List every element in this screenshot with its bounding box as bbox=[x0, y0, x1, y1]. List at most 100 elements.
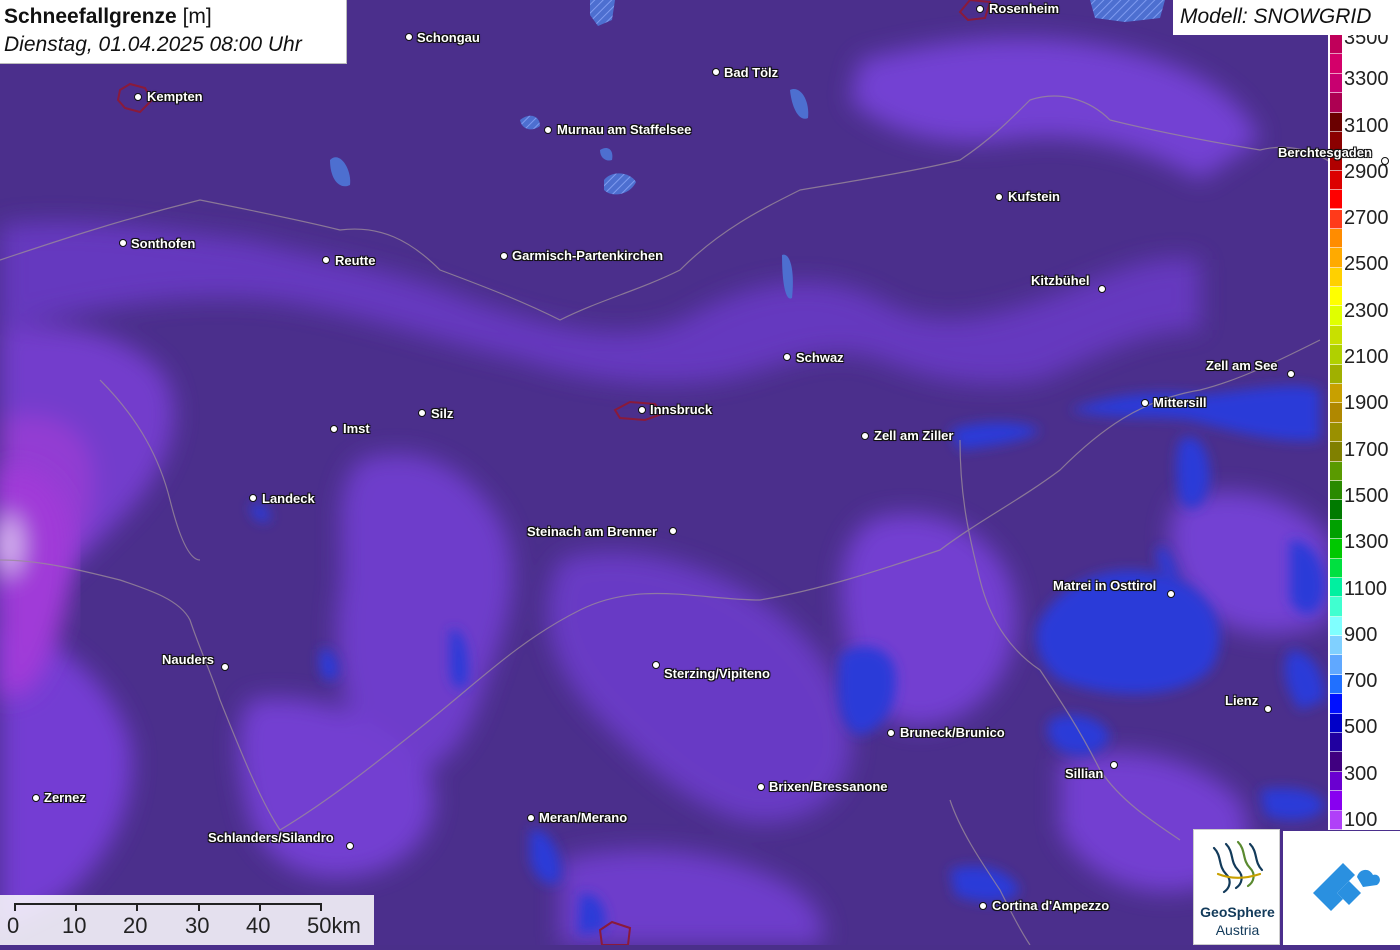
legend-swatch bbox=[1330, 306, 1342, 326]
city-label: Cortina d'Ampezzo bbox=[992, 898, 1110, 913]
legend-swatch bbox=[1330, 403, 1342, 423]
scale-tick bbox=[136, 903, 138, 911]
legend-swatch bbox=[1330, 713, 1342, 734]
city-label: Meran/Merano bbox=[539, 810, 628, 825]
legend-swatch bbox=[1330, 35, 1342, 55]
city-label: Reutte bbox=[335, 253, 376, 268]
scale-line bbox=[14, 903, 320, 905]
logo-name-line1: GeoSphere bbox=[1200, 904, 1275, 920]
logo-name-line2: Austria bbox=[1215, 922, 1260, 938]
city-label: Bruneck/Brunico bbox=[900, 725, 1005, 740]
legend-label: 3500 bbox=[1344, 35, 1389, 49]
legend-swatch bbox=[1330, 345, 1342, 365]
legend-label: 2300 bbox=[1344, 300, 1389, 322]
city-label: Sillian bbox=[1065, 766, 1104, 781]
city-label: Lienz bbox=[1225, 693, 1259, 708]
legend-swatch bbox=[1330, 54, 1342, 74]
city-label: Sterzing/Vipiteno bbox=[664, 666, 770, 681]
city-dot-icon bbox=[652, 661, 660, 669]
city-dot-icon bbox=[712, 68, 720, 76]
legend-swatch bbox=[1330, 674, 1342, 695]
model-box: Modell: SNOWGRID bbox=[1173, 0, 1400, 35]
city-dot-icon bbox=[1141, 399, 1149, 407]
city-label: Mittersill bbox=[1153, 395, 1207, 410]
city-label: Brixen/Bressanone bbox=[769, 779, 888, 794]
city-dot-icon bbox=[330, 425, 338, 433]
city-label: Kitzbühel bbox=[1031, 273, 1090, 288]
app-logo bbox=[1283, 831, 1400, 945]
legend-swatch bbox=[1330, 93, 1342, 113]
legend-label: 2900 bbox=[1344, 161, 1389, 183]
legend-swatch bbox=[1330, 810, 1342, 830]
app-logo-icon bbox=[1313, 863, 1380, 911]
legend-label: 1500 bbox=[1344, 485, 1389, 507]
legend-swatch bbox=[1330, 597, 1342, 617]
legend-swatch bbox=[1330, 461, 1342, 481]
legend-label: 900 bbox=[1344, 624, 1378, 646]
city-dot-icon bbox=[249, 494, 257, 502]
scale-tick bbox=[14, 903, 16, 911]
city-dot-icon bbox=[1287, 370, 1295, 378]
scale-tick bbox=[75, 903, 77, 911]
geosphere-logo: GeoSphere Austria bbox=[1193, 829, 1280, 945]
legend-swatch bbox=[1330, 519, 1342, 540]
legend-swatch bbox=[1330, 733, 1342, 753]
city-dot-icon bbox=[119, 239, 127, 247]
city-label: Innsbruck bbox=[650, 402, 713, 417]
city-label: Schongau bbox=[417, 30, 480, 45]
city-dot-icon bbox=[346, 842, 354, 850]
legend-swatch bbox=[1330, 442, 1342, 462]
city-dot-icon bbox=[861, 432, 869, 440]
map-datetime: Dienstag, 01.04.2025 08:00 Uhr bbox=[4, 33, 302, 56]
legend-swatch bbox=[1330, 752, 1342, 772]
scale-label: 0 bbox=[7, 913, 20, 938]
legend-label: 1100 bbox=[1344, 578, 1388, 600]
legend-label: 2500 bbox=[1344, 253, 1389, 275]
city-dot-icon bbox=[322, 256, 330, 264]
legend-swatch bbox=[1330, 209, 1342, 229]
city-dot-icon bbox=[500, 252, 508, 260]
legend-label: 2700 bbox=[1344, 207, 1389, 229]
scale-label: 10 bbox=[62, 913, 87, 938]
legend-swatch bbox=[1330, 616, 1342, 637]
scale-tick bbox=[259, 903, 261, 911]
city-dot-icon bbox=[979, 902, 987, 910]
legend-swatch bbox=[1330, 228, 1342, 249]
legend-label: 3100 bbox=[1344, 115, 1389, 137]
city-dot-icon bbox=[995, 193, 1003, 201]
legend-swatch bbox=[1330, 364, 1342, 384]
city-label: Zell am See bbox=[1206, 358, 1278, 373]
legend-swatch bbox=[1330, 73, 1342, 94]
legend-swatch bbox=[1330, 170, 1342, 191]
city-dot-icon bbox=[783, 353, 791, 361]
legend-swatch bbox=[1330, 694, 1342, 714]
city-label: Sonthofen bbox=[131, 236, 196, 251]
city-dot-icon bbox=[1264, 705, 1272, 713]
city-dot-icon bbox=[1167, 590, 1175, 598]
city-dot-icon bbox=[405, 33, 413, 41]
city-label: Bad Tölz bbox=[724, 65, 779, 80]
scale-label: 40 bbox=[246, 913, 271, 938]
scale-bar: 0 10 20 30 40 50km bbox=[0, 895, 374, 945]
city-dot-icon bbox=[418, 409, 426, 417]
city-label: Zernez bbox=[44, 790, 86, 805]
city-dot-icon bbox=[887, 729, 895, 737]
legend-swatch bbox=[1330, 384, 1342, 404]
legend-swatch bbox=[1330, 325, 1342, 346]
geosphere-mark-icon bbox=[1212, 840, 1264, 894]
city-label: Schlanders/Silandro bbox=[208, 830, 334, 845]
legend-swatch bbox=[1330, 558, 1342, 578]
legend-swatch bbox=[1330, 112, 1342, 132]
title-box: Schneefallgrenze [m] Dienstag, 01.04.202… bbox=[0, 0, 347, 64]
legend-label: 500 bbox=[1344, 716, 1378, 738]
city-label: Silz bbox=[431, 406, 454, 421]
legend-swatch bbox=[1330, 248, 1342, 268]
map-area[interactable] bbox=[0, 0, 1400, 945]
legend-label: 1700 bbox=[1344, 439, 1389, 461]
city-dot-icon bbox=[134, 93, 142, 101]
city-dot-icon bbox=[1098, 285, 1106, 293]
map-title: Schneefallgrenze [m] bbox=[4, 5, 212, 28]
city-dot-icon bbox=[221, 663, 229, 671]
model-label: Modell: SNOWGRID bbox=[1180, 5, 1372, 28]
city-label: Nauders bbox=[162, 652, 215, 667]
